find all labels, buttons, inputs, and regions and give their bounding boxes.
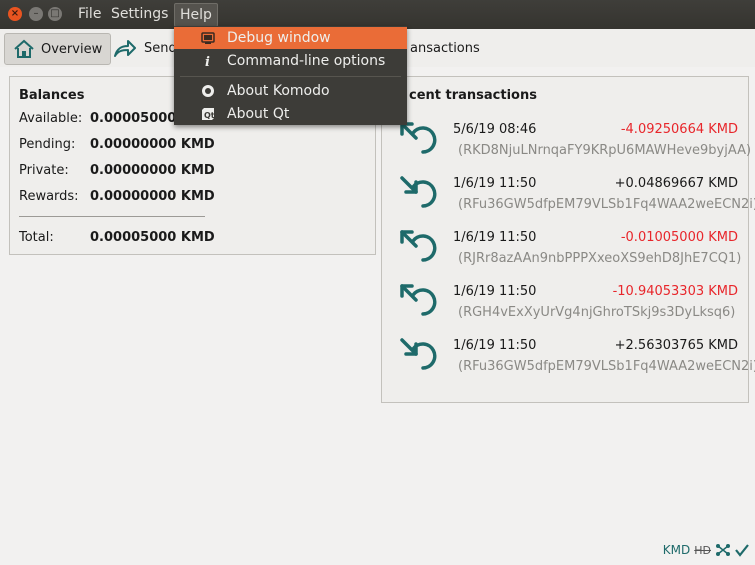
menu-separator bbox=[180, 76, 401, 77]
transaction-amount: -10.94053303 KMD bbox=[612, 284, 738, 299]
tab-overview[interactable]: Overview bbox=[4, 33, 112, 65]
transaction-date: 5/6/19 08:46 bbox=[453, 122, 537, 137]
menu-item-about-qt[interactable]: Qt About Qt bbox=[174, 103, 407, 125]
menu-settings[interactable]: Settings bbox=[106, 3, 173, 25]
recent-transactions-panel: cent transactions 5/6/19 08:46 -4.092506… bbox=[381, 76, 755, 403]
maximize-window-button[interactable]: □ bbox=[48, 7, 62, 21]
menu-item-debug-window-label: Debug window bbox=[227, 30, 331, 46]
pending-value: 0.00000000 KMD bbox=[90, 137, 215, 152]
transaction-address: (RGH4vExXyUrVg4njGhroTSkj9s3DyLksq6) bbox=[458, 305, 736, 320]
tab-transactions-label: ansactions bbox=[410, 40, 480, 56]
title-bar: × – □ File Settings Help bbox=[0, 0, 755, 29]
synced-checkmark-icon bbox=[735, 544, 749, 557]
rewards-value: 0.00000000 KMD bbox=[90, 189, 215, 204]
status-bar: KMD HD bbox=[663, 541, 749, 559]
tab-send[interactable]: Send bbox=[104, 33, 185, 63]
transaction-address: (RFu36GW5dfpEM79VLSb1Fq4WAA2weECN2i) bbox=[458, 359, 755, 374]
tab-send-label: Send bbox=[144, 40, 177, 56]
menu-item-about-komodo-label: About Komodo bbox=[227, 83, 330, 99]
transaction-row[interactable]: 5/6/19 08:46 -4.09250664 KMD (RKD8NjuLNr… bbox=[382, 117, 752, 171]
balances-divider bbox=[19, 216, 205, 217]
available-label: Available: bbox=[19, 111, 83, 126]
menu-file[interactable]: File bbox=[73, 3, 106, 25]
transaction-address: (RJRr8azAAn9nbPPPXxeoXS9ehD8JhE7CQ1) bbox=[458, 251, 742, 266]
transaction-date: 1/6/19 11:50 bbox=[453, 338, 537, 353]
received-transaction-icon bbox=[400, 338, 437, 370]
transaction-row[interactable]: 1/6/19 11:50 +2.56303765 KMD (RFu36GW5df… bbox=[382, 333, 755, 387]
available-value: 0.00005000 bbox=[90, 111, 177, 126]
komodo-logo-icon bbox=[202, 85, 214, 97]
transaction-amount: -0.01005000 KMD bbox=[620, 230, 738, 245]
menu-item-command-line-options-label: Command-line options bbox=[227, 53, 386, 69]
sent-transaction-icon bbox=[400, 122, 437, 154]
private-value: 0.00000000 KMD bbox=[90, 163, 215, 178]
transaction-row[interactable]: 1/6/19 11:50 -10.94053303 KMD (RGH4vExXy… bbox=[382, 279, 748, 333]
transaction-row[interactable]: 1/6/19 11:50 -0.01005000 KMD (RJRr8azAAn… bbox=[382, 225, 748, 279]
transaction-address: (RFu36GW5dfpEM79VLSb1Fq4WAA2weECN2i) bbox=[458, 197, 755, 212]
qt-logo-icon: Qt bbox=[202, 108, 215, 120]
network-connections-icon[interactable] bbox=[715, 542, 731, 558]
balances-title: Balances bbox=[19, 88, 85, 103]
minimize-window-button[interactable]: – bbox=[29, 7, 43, 21]
close-window-button[interactable]: × bbox=[8, 7, 22, 21]
tab-transactions[interactable]: ansactions bbox=[402, 33, 488, 63]
menu-item-about-qt-label: About Qt bbox=[227, 106, 290, 122]
unit-display[interactable]: KMD bbox=[663, 543, 690, 557]
home-icon bbox=[14, 39, 34, 58]
transaction-amount: +2.56303765 KMD bbox=[614, 338, 738, 353]
info-icon: i bbox=[205, 55, 210, 68]
menu-item-about-komodo[interactable]: About Komodo bbox=[174, 80, 407, 102]
private-label: Private: bbox=[19, 163, 69, 178]
tab-overview-label: Overview bbox=[41, 41, 103, 57]
transaction-address: (RKD8NjuLNrnqaFY9KRpU6MAWHeve9byjAA) bbox=[458, 143, 752, 158]
hd-disabled-indicator: HD bbox=[694, 543, 711, 557]
svg-text:Qt: Qt bbox=[204, 111, 215, 120]
transaction-date: 1/6/19 11:50 bbox=[453, 284, 537, 299]
menu-item-debug-window[interactable]: Debug window bbox=[174, 27, 407, 49]
rewards-label: Rewards: bbox=[19, 189, 79, 204]
total-label: Total: bbox=[19, 230, 54, 245]
transaction-date: 1/6/19 11:50 bbox=[453, 230, 537, 245]
svg-text:i: i bbox=[205, 55, 210, 68]
received-transaction-icon bbox=[400, 176, 437, 208]
menu-item-command-line-options[interactable]: i Command-line options bbox=[174, 50, 407, 72]
transaction-row[interactable]: 1/6/19 11:50 +0.04869667 KMD (RFu36GW5df… bbox=[382, 171, 755, 225]
menu-help[interactable]: Help bbox=[174, 3, 218, 27]
sent-transaction-icon bbox=[400, 230, 437, 262]
transaction-amount: +0.04869667 KMD bbox=[614, 176, 738, 191]
send-arrow-icon bbox=[114, 40, 136, 57]
total-value: 0.00005000 KMD bbox=[90, 230, 215, 245]
recent-transactions-title: cent transactions bbox=[409, 88, 537, 103]
transaction-date: 1/6/19 11:50 bbox=[453, 176, 537, 191]
debug-window-icon bbox=[201, 32, 215, 44]
help-menu-dropdown: Debug window i Command-line options Abou… bbox=[174, 26, 407, 125]
transaction-amount: -4.09250664 KMD bbox=[620, 122, 738, 137]
pending-label: Pending: bbox=[19, 137, 76, 152]
sent-transaction-icon bbox=[400, 284, 437, 316]
